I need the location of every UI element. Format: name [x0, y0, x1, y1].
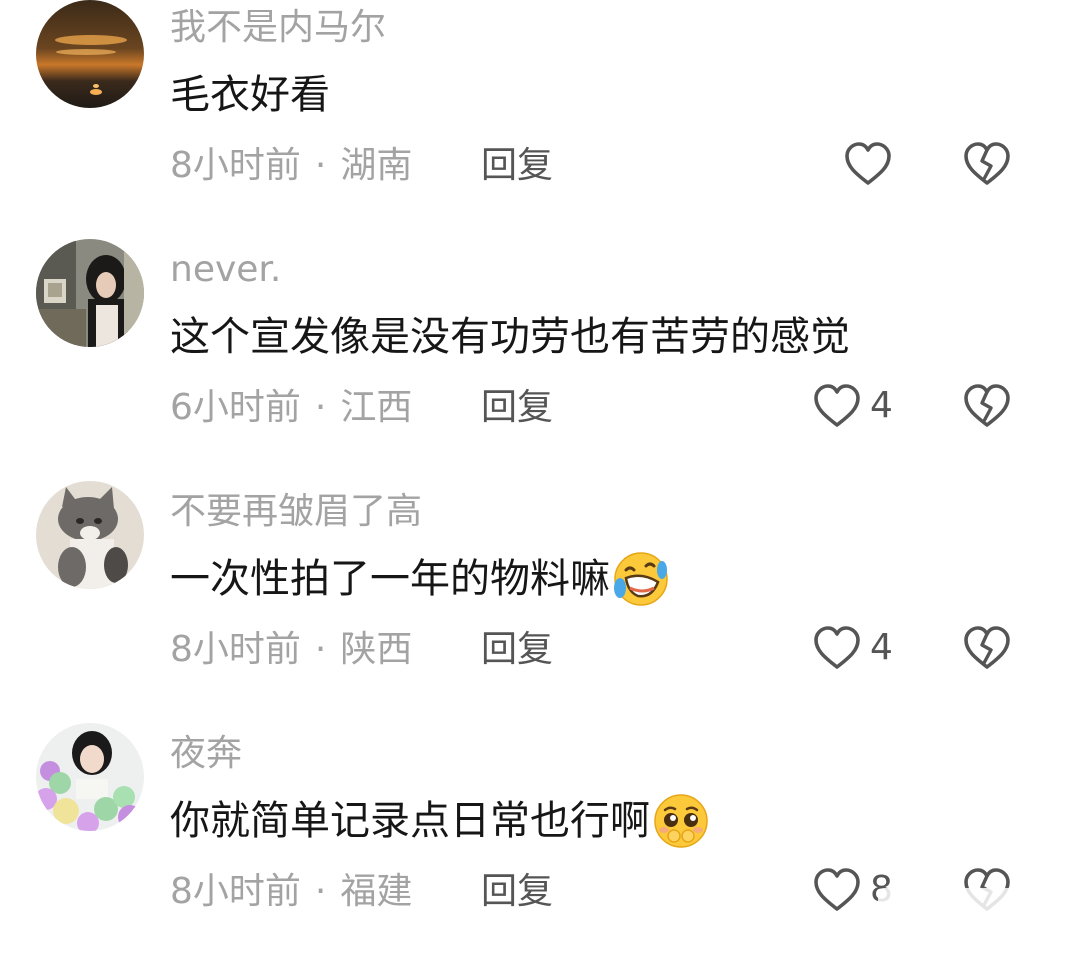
comment-item: 夜奔 你就简单记录点日常也行啊 8小时前 · 福建 回复: [0, 723, 1067, 968]
comment-item: 我不是内马尔 毛衣好看 8小时前 · 湖南 回复: [0, 0, 1067, 242]
username[interactable]: 我不是内马尔: [170, 8, 386, 48]
comment-item: never. 这个宣发像是没有功劳也有苦劳的感觉 6小时前 · 江西 回复 4: [0, 239, 1067, 484]
pleading-face-emoji: [652, 792, 710, 850]
like-count: 4: [870, 385, 893, 426]
comment-meta: 8小时前 · 陕西: [170, 630, 412, 670]
reply-button[interactable]: 回复: [481, 388, 553, 428]
dislike-button[interactable]: [962, 141, 1012, 187]
like-button[interactable]: 4: [812, 625, 893, 671]
comment-text: 你就简单记录点日常也行啊: [170, 798, 650, 844]
comment-meta: 6小时前 · 江西: [170, 388, 412, 428]
comment-text-row: 一次性拍了一年的物料嘛: [170, 550, 670, 608]
comment-text-row: 你就简单记录点日常也行啊: [170, 792, 710, 850]
broken-heart-icon: [964, 142, 1010, 185]
username[interactable]: 不要再皱眉了高: [170, 492, 422, 532]
timestamp: 8小时前: [170, 145, 301, 186]
heart-outline-icon: [814, 384, 860, 427]
rolling-laughing-emoji: [612, 550, 670, 608]
comment-text-row: 这个宣发像是没有功劳也有苦劳的感觉: [170, 313, 850, 361]
heart-outline-icon: [814, 626, 860, 669]
meta-separator: ·: [314, 145, 327, 186]
dislike-button[interactable]: [962, 625, 1012, 671]
reply-button[interactable]: 回复: [481, 146, 553, 186]
meta-separator: ·: [314, 387, 327, 428]
like-button[interactable]: [843, 141, 901, 187]
heart-outline-icon: [845, 142, 891, 185]
timestamp: 8小时前: [170, 629, 301, 670]
comment-meta: 8小时前 · 福建: [170, 872, 412, 912]
comment-item: 不要再皱眉了高 一次性拍了一年的物料嘛 8小时前 · 陕西 回复 4: [0, 481, 1067, 726]
heart-outline-icon: [814, 868, 860, 911]
location: 江西: [340, 387, 413, 428]
reply-button[interactable]: 回复: [481, 630, 553, 670]
meta-separator: ·: [314, 871, 327, 912]
timestamp: 8小时前: [170, 871, 301, 912]
comment-text: 一次性拍了一年的物料嘛: [170, 556, 610, 602]
comment-text: 毛衣好看: [170, 72, 330, 118]
reply-button[interactable]: 回复: [481, 872, 553, 912]
dislike-button[interactable]: [962, 383, 1012, 429]
location: 陕西: [340, 629, 413, 670]
username[interactable]: never.: [170, 250, 281, 290]
location: 福建: [340, 871, 413, 912]
username[interactable]: 夜奔: [170, 734, 242, 774]
comment-text-row: 毛衣好看: [170, 71, 330, 119]
avatar[interactable]: [36, 239, 144, 347]
avatar[interactable]: [36, 481, 144, 589]
watermark-overlay: [878, 888, 1058, 928]
broken-heart-icon: [964, 626, 1010, 669]
comment-meta: 8小时前 · 湖南: [170, 146, 412, 186]
comment-text: 这个宣发像是没有功劳也有苦劳的感觉: [170, 314, 850, 360]
like-button[interactable]: 4: [812, 383, 893, 429]
avatar[interactable]: [36, 0, 144, 108]
location: 湖南: [340, 145, 413, 186]
meta-separator: ·: [314, 629, 327, 670]
like-count: 4: [870, 627, 893, 668]
timestamp: 6小时前: [170, 387, 301, 428]
broken-heart-icon: [964, 384, 1010, 427]
avatar[interactable]: [36, 723, 144, 831]
